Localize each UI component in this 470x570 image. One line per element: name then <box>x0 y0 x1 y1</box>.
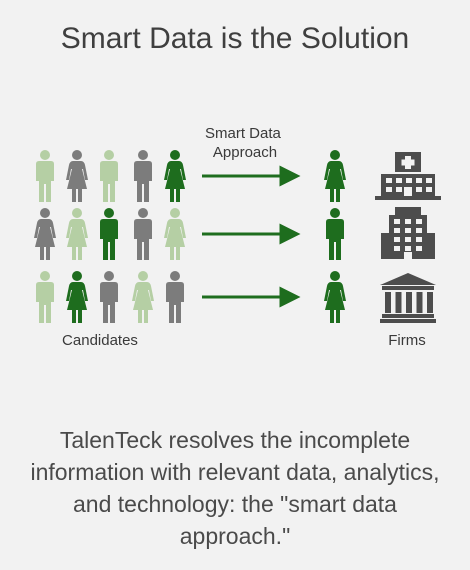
arrow-label-line-1: Smart Data <box>205 125 282 142</box>
hospital-icon <box>375 152 441 200</box>
candidates-label: Candidates <box>62 332 138 349</box>
matched-candidate-icon <box>326 208 344 260</box>
candidate-person-icon <box>36 150 54 202</box>
candidate-person-icon <box>164 208 186 260</box>
candidate-person-icon <box>164 150 186 202</box>
firms-label: Firms <box>388 332 426 349</box>
candidate-person-icon <box>166 271 184 323</box>
page-title: Smart Data is the Solution <box>60 22 410 55</box>
candidate-person-icon <box>134 150 152 202</box>
candidate-person-icon <box>66 150 88 202</box>
candidate-person-icon <box>36 271 54 323</box>
candidate-person-icon <box>34 208 56 260</box>
bank-icon <box>380 273 436 323</box>
matching-diagram: Smart Data Approach Candidates Firms <box>34 125 441 349</box>
arrow-label-line-2: Approach <box>213 144 277 161</box>
candidate-person-icon <box>66 271 88 323</box>
candidate-person-icon <box>100 271 118 323</box>
rows-layer <box>34 150 441 323</box>
candidate-person-icon <box>100 208 118 260</box>
candidate-person-icon <box>134 208 152 260</box>
candidate-person-icon <box>100 150 118 202</box>
matched-candidate-icon <box>324 271 346 323</box>
matched-candidate-icon <box>324 150 346 202</box>
office-building-icon <box>381 207 435 259</box>
candidate-person-icon <box>132 271 154 323</box>
candidate-person-icon <box>66 208 88 260</box>
arrow-label: Smart Data Approach <box>205 125 285 161</box>
caption-text: TalenTeck resolves the incomplete inform… <box>30 427 440 549</box>
